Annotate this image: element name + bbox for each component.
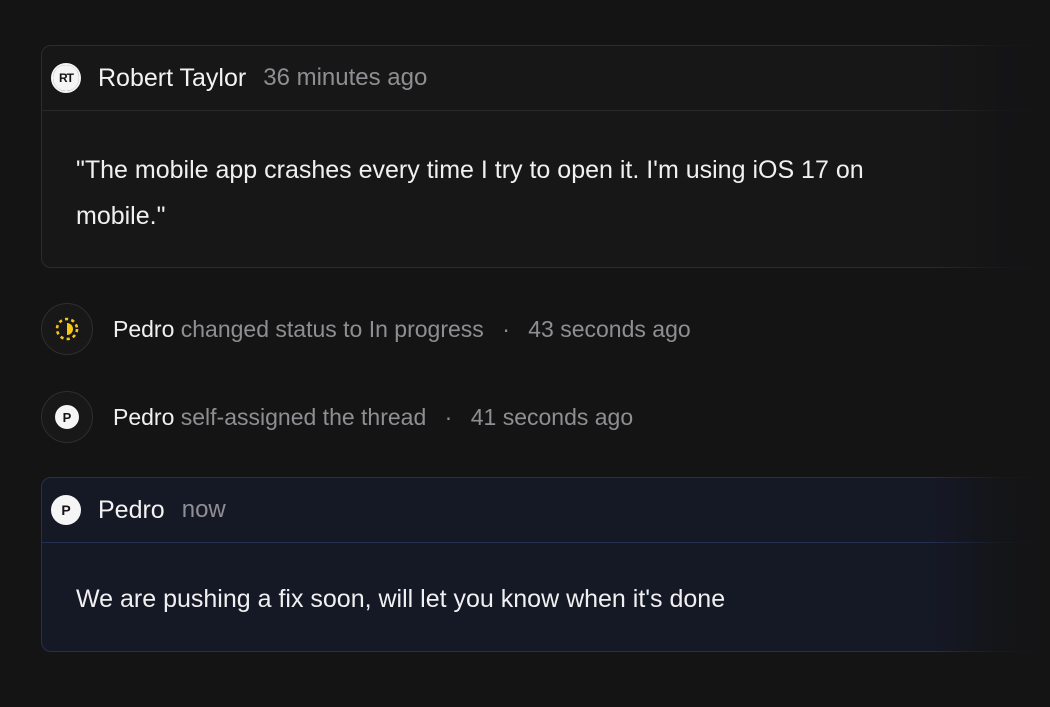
avatar[interactable]: P — [55, 405, 79, 429]
event-separator: · — [444, 403, 453, 430]
event-action: changed status to In progress — [180, 315, 484, 342]
message-header: RT Robert Taylor 36 minutes ago — [42, 46, 1050, 111]
event-text: Pedro self-assigned the thread · 41 seco… — [113, 404, 633, 431]
thread-timeline: RT Robert Taylor 36 minutes ago "The mob… — [0, 0, 1050, 707]
in-progress-status-icon — [41, 303, 93, 355]
status-change-event: Pedro changed status to In progress · 43… — [41, 302, 691, 356]
event-action: self-assigned the thread — [180, 403, 427, 430]
avatar[interactable]: RT — [51, 63, 81, 93]
assignment-event: P Pedro self-assigned the thread · 41 se… — [41, 390, 633, 444]
message-author[interactable]: Pedro — [98, 496, 165, 525]
assignee-avatar-container: P — [41, 391, 93, 443]
event-actor[interactable]: Pedro — [113, 316, 174, 342]
customer-message-card: RT Robert Taylor 36 minutes ago "The mob… — [41, 45, 1050, 268]
message-body-line: We are pushing a fix soon, will let you … — [76, 585, 726, 613]
message-body-line: "The mobile app crashes every time I try… — [76, 156, 864, 184]
event-text: Pedro changed status to In progress · 43… — [113, 316, 691, 343]
avatar-initials: RT — [53, 65, 79, 91]
message-timestamp: now — [181, 496, 226, 523]
message-body-line: mobile." — [76, 202, 166, 230]
agent-reply-card: P Pedro now We are pushing a fix soon, w… — [41, 477, 1050, 652]
avatar-initials: P — [62, 409, 72, 425]
message-author[interactable]: Robert Taylor — [98, 64, 246, 93]
message-body: We are pushing a fix soon, will let you … — [42, 543, 1050, 622]
avatar[interactable]: P — [51, 495, 81, 525]
event-timestamp: 43 seconds ago — [528, 315, 691, 342]
event-actor[interactable]: Pedro — [113, 404, 174, 430]
avatar-initials: P — [61, 502, 71, 518]
message-body: "The mobile app crashes every time I try… — [42, 111, 1050, 239]
event-separator: · — [502, 315, 510, 342]
message-timestamp: 36 minutes ago — [263, 64, 428, 91]
message-header: P Pedro now — [42, 478, 1050, 543]
event-timestamp: 41 seconds ago — [470, 403, 634, 430]
